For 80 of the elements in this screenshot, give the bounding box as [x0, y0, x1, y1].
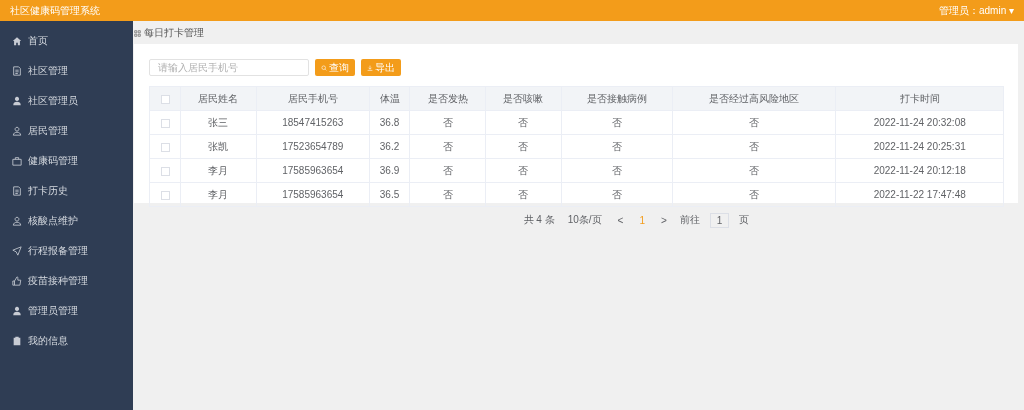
row-checkbox[interactable] [160, 118, 170, 128]
sidebar-item[interactable]: 居民管理 [0, 116, 133, 146]
person-icon [12, 96, 22, 106]
page-size-select[interactable]: 10条/页 [564, 212, 605, 228]
next-page-button[interactable]: > [658, 213, 670, 227]
column-header: 是否咳嗽 [485, 86, 562, 111]
sidebar-item[interactable]: 核酸点维护 [0, 206, 133, 236]
page-unit: 页 [739, 213, 750, 227]
thumb-icon [12, 276, 22, 286]
table-cell: 李月 [180, 182, 257, 207]
prev-page-button[interactable]: < [614, 213, 627, 227]
document-icon [12, 66, 22, 76]
sidebar-item[interactable]: 社区管理员 [0, 86, 133, 116]
briefcase-icon [12, 156, 22, 166]
sidebar-item[interactable]: 我的信息 [0, 326, 133, 356]
table-cell: 否 [485, 182, 562, 207]
table-cell: 否 [485, 110, 562, 135]
sidebar-item[interactable]: 首页 [0, 26, 133, 56]
column-header: 是否接触病例 [561, 86, 673, 111]
column-header: 居民姓名 [180, 86, 257, 111]
table-cell: 2022-11-24 20:12:18 [835, 158, 1004, 183]
table-cell: 否 [561, 110, 673, 135]
table-cell: 否 [561, 134, 673, 159]
table-cell: 否 [409, 110, 486, 135]
table-cell: 张三 [180, 110, 257, 135]
person-icon [12, 306, 22, 316]
user-outline-icon [12, 216, 22, 226]
table-cell: 2022-11-24 20:25:31 [835, 134, 1004, 159]
table-cell: 张凯 [180, 134, 257, 159]
table-cell: 否 [561, 158, 673, 183]
table-cell: 2022-11-24 20:32:08 [835, 110, 1004, 135]
column-header: 体温 [369, 86, 410, 111]
home-icon [12, 36, 22, 46]
table-cell: 17585963654 [256, 182, 370, 207]
document-icon [12, 186, 22, 196]
total-count: 共 4 条 [523, 213, 555, 227]
breadcrumb: 每日打卡管理 [144, 26, 204, 40]
table-cell: 否 [409, 158, 486, 183]
table-cell: 18547415263 [256, 110, 370, 135]
table-cell: 否 [561, 182, 673, 207]
row-checkbox[interactable] [160, 190, 170, 200]
table-cell: 否 [672, 158, 836, 183]
table-cell: 36.5 [369, 182, 410, 207]
send-icon [12, 246, 22, 256]
user-outline-icon [12, 126, 22, 136]
column-header: 是否发热 [409, 86, 486, 111]
table-cell: 36.2 [369, 134, 410, 159]
table-cell: 否 [485, 158, 562, 183]
row-checkbox[interactable] [160, 142, 170, 152]
table-cell: 2022-11-22 17:47:48 [835, 182, 1004, 207]
app-title: 社区健康码管理系统 [10, 3, 100, 18]
table-cell: 否 [485, 134, 562, 159]
table-cell: 李月 [180, 158, 257, 183]
page-input[interactable]: 1 [709, 212, 730, 228]
table-cell: 否 [672, 134, 836, 159]
goto-label: 前往 [679, 213, 700, 227]
table-cell: 36.8 [369, 110, 410, 135]
sidebar-item[interactable]: 行程报备管理 [0, 236, 133, 266]
download-icon [367, 64, 373, 71]
grid-icon [134, 29, 141, 37]
select-all-checkbox[interactable] [160, 94, 170, 104]
table-cell: 17585963654 [256, 158, 370, 183]
search-icon [321, 64, 327, 71]
sidebar-item[interactable]: 社区管理 [0, 56, 133, 86]
sidebar-item[interactable]: 健康码管理 [0, 146, 133, 176]
sidebar-item[interactable]: 打卡历史 [0, 176, 133, 206]
column-header: 是否经过高风险地区 [672, 86, 836, 111]
sidebar-item[interactable]: 管理员管理 [0, 296, 133, 326]
column-header: 居民手机号 [256, 86, 370, 111]
table-cell: 否 [672, 110, 836, 135]
table-cell: 否 [672, 182, 836, 207]
table-cell: 否 [409, 134, 486, 159]
sidebar-item[interactable]: 疫苗接种管理 [0, 266, 133, 296]
search-field[interactable]: 请输入居民手机号 [149, 59, 309, 76]
table-cell: 36.9 [369, 158, 410, 183]
clipboard-icon [12, 336, 22, 346]
row-checkbox[interactable] [160, 166, 170, 176]
column-header: 打卡时间 [835, 86, 1004, 111]
table-cell: 17523654789 [256, 134, 370, 159]
table-cell: 否 [409, 182, 486, 207]
